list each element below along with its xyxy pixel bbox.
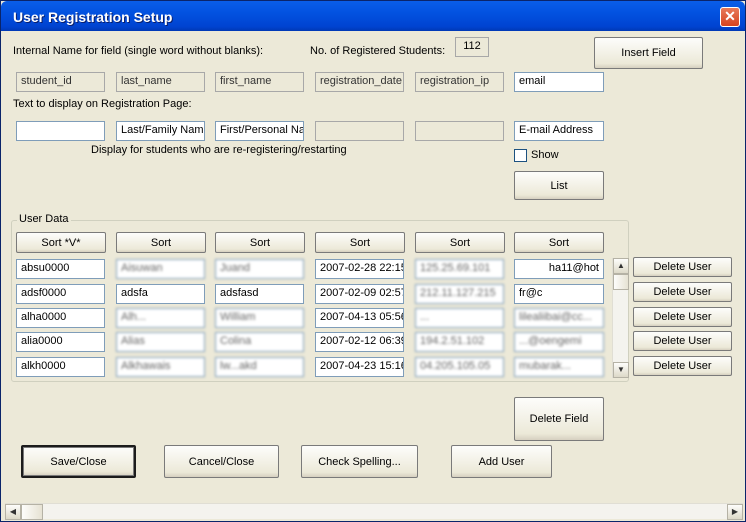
cell-student-id[interactable]: alia0000: [16, 332, 105, 352]
cell-student-id[interactable]: adsf0000: [16, 284, 105, 304]
internal-field-student-id: student_id: [16, 72, 105, 92]
scroll-right-icon[interactable]: ▶: [727, 504, 743, 520]
cell-email[interactable]: mubarak...: [514, 357, 604, 377]
internal-name-label: Internal Name for field (single word wit…: [13, 45, 264, 57]
cell-last-name[interactable]: Alkhawais: [116, 357, 205, 377]
cell-email[interactable]: lilealiibai@cc...: [514, 308, 604, 328]
delete-user-button[interactable]: Delete User: [633, 282, 732, 302]
cell-first-name[interactable]: Juand: [215, 259, 304, 279]
save-close-button[interactable]: Save/Close: [21, 445, 136, 478]
cell-first-name[interactable]: adsfasd: [215, 284, 304, 304]
display-field-registration-ip: [415, 121, 504, 141]
internal-field-registration-date: registration_date: [315, 72, 404, 92]
cell-first-name[interactable]: William: [215, 308, 304, 328]
check-spelling-button[interactable]: Check Spelling...: [301, 445, 418, 478]
display-field-first-name[interactable]: First/Personal Nar: [215, 121, 304, 141]
show-label: Show: [531, 149, 559, 161]
delete-user-button[interactable]: Delete User: [633, 257, 732, 277]
cancel-close-button[interactable]: Cancel/Close: [164, 445, 279, 478]
internal-field-email[interactable]: email: [514, 72, 604, 92]
add-user-button[interactable]: Add User: [451, 445, 552, 478]
user-data-title: User Data: [17, 213, 71, 225]
user-registration-window: User Registration Setup ✕ Internal Name …: [0, 0, 746, 522]
cell-email[interactable]: fr@c: [514, 284, 604, 304]
sort-button-last-name[interactable]: Sort: [116, 232, 206, 253]
list-button[interactable]: List: [514, 171, 604, 200]
show-checkbox[interactable]: [514, 149, 527, 162]
reregister-label: Display for students who are re-register…: [91, 144, 347, 156]
registered-students-label: No. of Registered Students:: [310, 45, 446, 57]
cell-registration-ip[interactable]: ...: [415, 308, 504, 328]
cell-last-name[interactable]: adsfa: [116, 284, 205, 304]
registered-count: 112: [455, 37, 489, 57]
cell-registration-ip[interactable]: 194.2.51.102: [415, 332, 504, 352]
title-bar[interactable]: User Registration Setup ✕: [1, 1, 745, 31]
delete-field-button[interactable]: Delete Field: [514, 397, 604, 441]
cell-last-name[interactable]: Alh...: [116, 308, 205, 328]
cell-student-id[interactable]: alha0000: [16, 308, 105, 328]
internal-field-first-name: first_name: [215, 72, 304, 92]
hscroll-thumb[interactable]: [21, 504, 43, 520]
display-field-email[interactable]: E-mail Address: [514, 121, 604, 141]
sort-button-registration-date[interactable]: Sort: [315, 232, 405, 253]
cell-student-id[interactable]: alkh0000: [16, 357, 105, 377]
window-title: User Registration Setup: [13, 9, 173, 25]
cell-registration-ip[interactable]: 04.205.105.05: [415, 357, 504, 377]
delete-user-button[interactable]: Delete User: [633, 331, 732, 351]
close-icon[interactable]: ✕: [720, 7, 740, 27]
horizontal-scrollbar[interactable]: ◀ ▶: [5, 503, 743, 520]
cell-registration-ip[interactable]: 125.25.69.101: [415, 259, 504, 279]
delete-user-button[interactable]: Delete User: [633, 307, 732, 327]
cell-registration-date[interactable]: 2007-02-28 22:15: [315, 259, 404, 279]
scroll-thumb[interactable]: [613, 274, 629, 290]
cell-email[interactable]: ...@oengemi: [514, 332, 604, 352]
display-field-student-id[interactable]: [16, 121, 105, 141]
sort-button-first-name[interactable]: Sort: [215, 232, 305, 253]
internal-field-registration-ip: registration_ip: [415, 72, 504, 92]
cell-registration-date[interactable]: 2007-02-09 02:57: [315, 284, 404, 304]
insert-field-button[interactable]: Insert Field: [594, 37, 703, 69]
display-text-label: Text to display on Registration Page:: [13, 98, 192, 110]
cell-registration-ip[interactable]: 212.11.127.215: [415, 284, 504, 304]
cell-first-name[interactable]: lw...akd: [215, 357, 304, 377]
cell-first-name[interactable]: Colina: [215, 332, 304, 352]
cell-registration-date[interactable]: 2007-04-13 05:56: [315, 308, 404, 328]
delete-user-button[interactable]: Delete User: [633, 356, 732, 376]
cell-registration-date[interactable]: 2007-04-23 15:16: [315, 357, 404, 377]
scroll-down-icon[interactable]: ▼: [613, 362, 629, 378]
cell-student-id[interactable]: absu0000: [16, 259, 105, 279]
cell-last-name[interactable]: Alias: [116, 332, 205, 352]
rows-scrollbar[interactable]: ▲ ▼: [612, 258, 629, 378]
sort-button-email[interactable]: Sort: [514, 232, 604, 253]
display-field-registration-date: [315, 121, 404, 141]
cell-registration-date[interactable]: 2007-02-12 06:39: [315, 332, 404, 352]
internal-field-last-name: last_name: [116, 72, 205, 92]
scroll-left-icon[interactable]: ◀: [5, 504, 21, 520]
cell-email[interactable]: ha11@hot: [514, 259, 604, 279]
sort-button-student-id[interactable]: Sort *V*: [16, 232, 106, 253]
cell-last-name[interactable]: Aisuwan: [116, 259, 205, 279]
scroll-up-icon[interactable]: ▲: [613, 258, 629, 274]
display-field-last-name[interactable]: Last/Family Name: [116, 121, 205, 141]
sort-button-registration-ip[interactable]: Sort: [415, 232, 505, 253]
